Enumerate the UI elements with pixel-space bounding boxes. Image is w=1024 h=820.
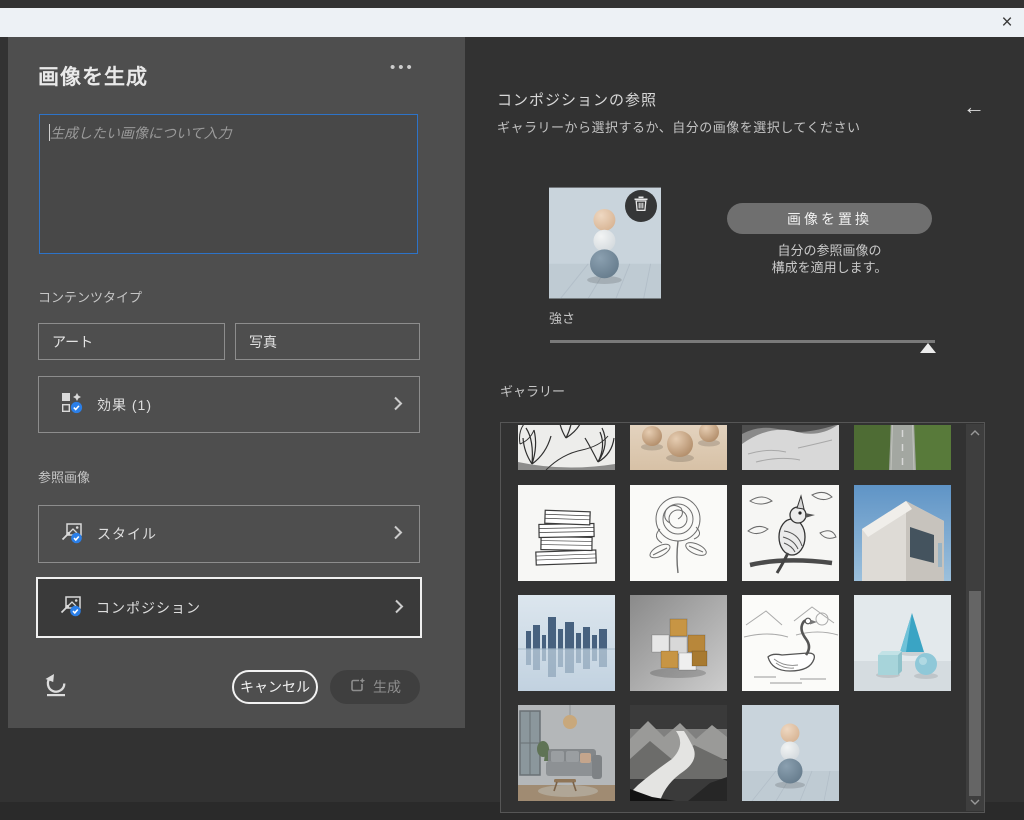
- gallery-item-sand-spheres[interactable]: [630, 425, 727, 470]
- reset-icon[interactable]: [43, 671, 69, 699]
- gallery-item-metal-cubes[interactable]: [630, 595, 727, 691]
- generate-button-label: 生成: [373, 677, 401, 697]
- prompt-input-wrap: [39, 114, 418, 254]
- content-type-art-label: アート: [52, 332, 93, 352]
- generation-settings-pane: 画像を生成 ••• コンテンツタイプ アート 写真: [8, 37, 465, 728]
- replace-image-button[interactable]: 画像を置換: [727, 203, 932, 234]
- close-icon[interactable]: ×: [994, 10, 1020, 35]
- chevron-right-icon: [394, 598, 404, 617]
- trash-icon: [634, 196, 648, 216]
- replace-description: 自分の参照画像の 構成を適用します。: [727, 242, 932, 276]
- gallery-panel: [500, 422, 985, 813]
- gallery-item-swan-sketch[interactable]: [742, 595, 839, 691]
- content-type-label: コンテンツタイプ: [38, 287, 142, 306]
- gallery-item-mountain-river[interactable]: [630, 705, 727, 801]
- style-reference-button[interactable]: スタイル: [38, 505, 420, 563]
- gallery-item-geometric-shapes[interactable]: [854, 595, 951, 691]
- replace-description-line1: 自分の参照画像の: [727, 242, 932, 259]
- style-reference-icon: [61, 522, 83, 547]
- dialog-body: 画像を生成 ••• コンテンツタイプ アート 写真: [0, 37, 1024, 802]
- strength-slider-track[interactable]: [550, 340, 935, 343]
- composition-reference-subtitle: ギャラリーから選択するか、自分の画像を選択してください: [497, 117, 860, 136]
- gallery-item-botanical-sketch[interactable]: [518, 425, 615, 470]
- style-reference-label: スタイル: [97, 524, 157, 544]
- gallery-label: ギャラリー: [500, 381, 565, 400]
- window-top-edge: [0, 0, 1024, 8]
- effects-icon: [61, 392, 83, 417]
- content-type-art-button[interactable]: アート: [38, 323, 225, 360]
- replace-image-label: 画像を置換: [787, 209, 872, 229]
- back-arrow-icon[interactable]: ←: [960, 94, 988, 120]
- composition-reference-title: コンポジションの参照: [497, 89, 657, 110]
- prompt-input[interactable]: [39, 114, 418, 254]
- content-type-photo-button[interactable]: 写真: [235, 323, 420, 360]
- composition-reference-label: コンポジション: [96, 598, 201, 618]
- dialog-titlebar: ×: [0, 8, 1024, 37]
- gallery-item-modern-building[interactable]: [854, 485, 951, 581]
- effects-button-label: 効果 (1): [97, 395, 152, 415]
- generate-icon: [349, 677, 366, 697]
- scroll-down-icon[interactable]: [966, 795, 984, 809]
- page-title: 画像を生成: [38, 61, 148, 91]
- gallery-item-bird-sketch[interactable]: [742, 485, 839, 581]
- composition-reference-button[interactable]: コンポジション: [36, 577, 422, 638]
- composition-reference-icon: [60, 595, 82, 620]
- scroll-up-icon[interactable]: [966, 426, 984, 440]
- scrollbar-thumb[interactable]: [969, 591, 981, 796]
- delete-reference-button[interactable]: [625, 190, 657, 222]
- strength-label: 強さ: [549, 308, 575, 327]
- gallery-item-living-room[interactable]: [518, 705, 615, 801]
- gallery-item-rose-sketch[interactable]: [630, 485, 727, 581]
- generate-button[interactable]: 生成: [330, 670, 420, 704]
- reference-images-label: 参照画像: [38, 467, 90, 486]
- gallery-scrollbar[interactable]: [966, 424, 984, 811]
- text-caret: [49, 124, 50, 141]
- strength-slider-handle[interactable]: [920, 343, 936, 353]
- gallery-item-aerial-road[interactable]: [854, 425, 951, 470]
- chevron-right-icon: [393, 395, 403, 414]
- gallery-item-city-skyline[interactable]: [518, 595, 615, 691]
- cancel-button-label: キャンセル: [240, 677, 310, 697]
- gallery-item-stacked-spheres[interactable]: [742, 705, 839, 801]
- chevron-right-icon: [393, 525, 403, 544]
- gallery-item-books-sketch[interactable]: [518, 485, 615, 581]
- more-options-button[interactable]: •••: [390, 59, 415, 76]
- generate-image-dialog: × 画像を生成 ••• コンテンツタイプ アート 写真: [0, 0, 1024, 820]
- content-type-photo-label: 写真: [249, 332, 277, 352]
- replace-description-line2: 構成を適用します。: [727, 259, 932, 276]
- cancel-button[interactable]: キャンセル: [232, 670, 318, 704]
- gallery-item-desert-dunes[interactable]: [742, 425, 839, 470]
- effects-button[interactable]: 効果 (1): [38, 376, 420, 433]
